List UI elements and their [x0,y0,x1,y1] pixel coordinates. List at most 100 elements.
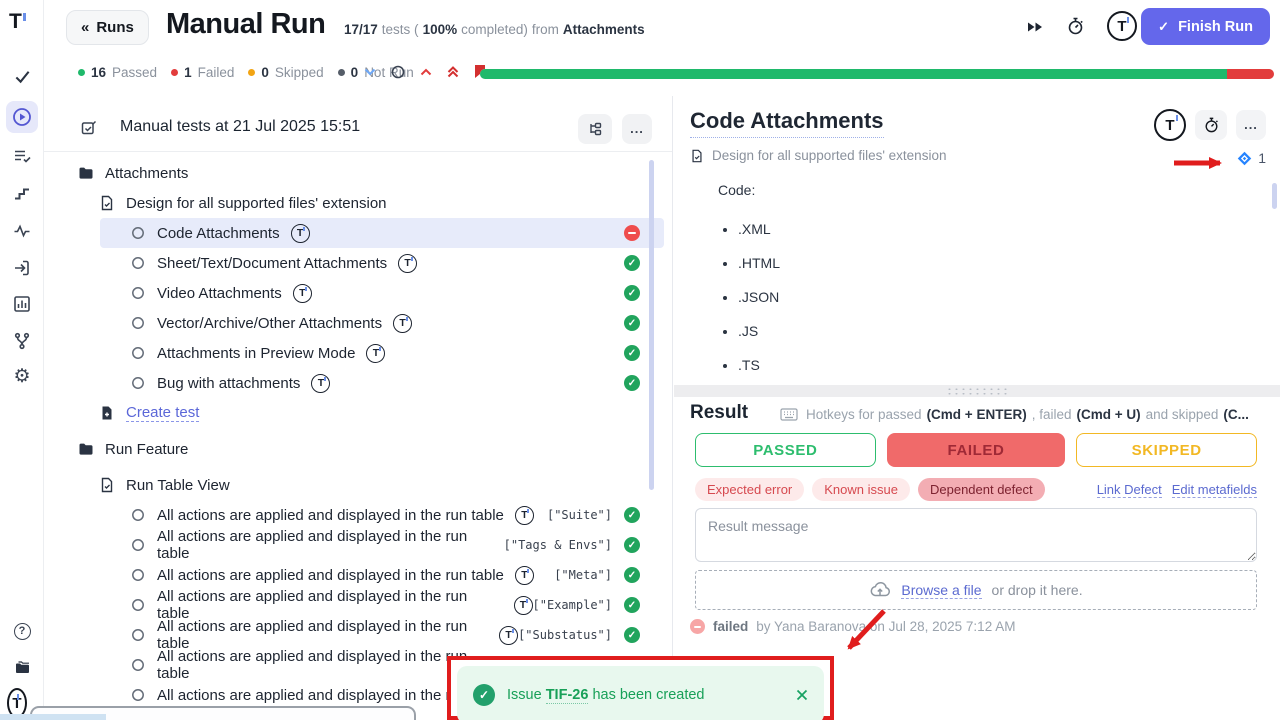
test-title[interactable]: Code Attachments [690,108,884,138]
detail-logo-icon[interactable]: T [1154,109,1186,141]
test-circle-icon [130,507,146,523]
runs-icon[interactable] [6,101,38,133]
result-heading: Result [690,402,748,424]
automated-badge-icon: T [515,566,534,585]
fast-forward-icon[interactable] [1026,17,1044,33]
test-tree-panel: Manual tests at 21 Jul 2025 15:51 ... At… [44,96,673,720]
timer-icon[interactable] [1067,17,1084,35]
pulse-icon[interactable] [12,221,32,241]
annotation-frame: ✓ Issue TIF-26 has been created [447,656,834,720]
tree-suite-row[interactable]: Run Feature [44,434,672,464]
plans-icon[interactable] [12,146,32,166]
bottom-edge-strip [0,714,106,720]
first-failed-icon[interactable] [447,66,459,78]
tree-view-toggle-button[interactable] [578,114,612,144]
back-chevron-icon: « [81,19,89,36]
tree-test-row[interactable]: Vector/Archive/Other Attachments T ✓ [44,308,672,338]
tree-suite-row[interactable]: Attachments [44,158,672,188]
test-circle-icon [130,375,146,391]
description-scrollbar[interactable] [1272,183,1277,209]
header-logo-icon[interactable]: T [1107,11,1137,41]
analytics-icon[interactable] [12,294,32,314]
tree-test-row[interactable]: All actions are applied and displayed in… [44,620,672,650]
linked-issue-chip[interactable]: 1 [1237,150,1266,166]
progress-passed-segment [480,69,1227,79]
result-divider-handle[interactable] [674,385,1280,397]
import-icon[interactable] [12,258,32,278]
tree-test-row[interactable]: Video Attachments T ✓ [44,278,672,308]
passed-status-icon: ✓ [624,627,640,643]
tree-test-row[interactable]: All actions are applied and displayed in… [44,560,672,590]
skipped-button[interactable]: SKIPPED [1076,433,1257,467]
cloud-upload-icon [869,582,891,598]
passed-status-icon: ✓ [624,567,640,583]
tree-panel-header: Manual tests at 21 Jul 2025 15:51 ... [44,106,672,152]
extension-item: .XML [738,218,780,252]
finish-run-button[interactable]: ✓ Finish Run [1141,8,1270,45]
tag-dependent-defect[interactable]: Dependent defect [918,478,1045,501]
tree-test-row[interactable]: Attachments in Preview Mode T ✓ [44,338,672,368]
test-circle-icon [130,315,146,331]
passed-status-icon: ✓ [624,507,640,523]
tree-scrollbar[interactable] [649,160,654,490]
tree-more-button[interactable]: ... [622,114,652,144]
run-edit-icon[interactable] [80,119,98,137]
help-icon[interactable]: ? [12,621,32,641]
detail-more-button[interactable]: ... [1236,110,1266,140]
automated-badge-icon: T [515,506,534,525]
tree-test-row-selected[interactable]: Code Attachments T [44,218,672,248]
app-logo[interactable]: T [9,10,22,34]
test-tag: ["Suite"] [547,508,612,522]
file-plus-icon [99,405,115,421]
failed-status-icon [624,225,640,241]
extension-item: .JS [738,320,780,354]
extension-item: .TS [738,354,780,388]
test-tag: ["Example"] [533,598,612,612]
tag-expected-error[interactable]: Expected error [695,478,804,501]
tree-test-row[interactable]: All actions are applied and displayed in… [44,530,672,560]
prev-failed-icon[interactable] [420,68,432,76]
document-icon [99,477,115,493]
tree-test-row[interactable]: All actions are applied and displayed in… [44,500,672,530]
tree-feature-row[interactable]: Design for all supported files' extensio… [44,188,672,218]
back-to-runs-button[interactable]: « Runs [66,10,149,45]
create-test-link: Create test [126,404,199,422]
passed-button[interactable]: PASSED [695,433,876,467]
automated-badge-icon: T [311,374,330,393]
check-icon: ✓ [1158,19,1169,35]
issue-id-link[interactable]: TIF-26 [546,687,589,704]
result-message-input[interactable] [695,508,1257,562]
tree-test-row[interactable]: All actions are applied and displayed in… [44,590,672,620]
create-test-row[interactable]: Create test [44,398,672,428]
branch-icon[interactable] [12,331,32,351]
settings-gear-icon[interactable]: ⚙ [12,366,32,386]
jira-issue-icon [1237,151,1252,166]
circle-filter-icon[interactable] [391,65,405,79]
test-circle-icon [130,597,146,613]
failed-button[interactable]: FAILED [887,433,1066,467]
file-dropzone[interactable]: Browse a file or drop it here. [695,570,1257,610]
automated-badge-icon: T [499,626,518,645]
browse-file-link[interactable]: Browse a file [901,582,981,599]
collapse-icon[interactable] [364,68,376,76]
tag-known-issue[interactable]: Known issue [812,478,910,501]
detail-timer-button[interactable] [1195,110,1227,140]
tree-test-row[interactable]: Sheet/Text/Document Attachments T ✓ [44,248,672,278]
tests-icon[interactable] [12,66,32,86]
test-circle-icon [130,537,146,553]
tree-test-row[interactable]: Bug with attachments T ✓ [44,368,672,398]
projects-folder-icon[interactable] [12,658,32,678]
link-defect-link[interactable]: Link Defect [1097,482,1162,498]
edit-metafields-link[interactable]: Edit metafields [1172,482,1257,498]
test-circle-icon [130,255,146,271]
bottom-logo-icon[interactable]: T [7,693,27,713]
automated-badge-icon: T [398,254,417,273]
passed-status-icon: ✓ [624,285,640,301]
toast-close-icon[interactable] [796,689,808,701]
progress-failed-segment [1227,69,1274,79]
keyboard-icon [780,408,798,421]
automated-badge-icon: T [291,224,310,243]
tree-feature-row[interactable]: Run Table View [44,470,672,500]
extension-item: .JSON [738,286,780,320]
steps-icon[interactable] [12,183,32,203]
